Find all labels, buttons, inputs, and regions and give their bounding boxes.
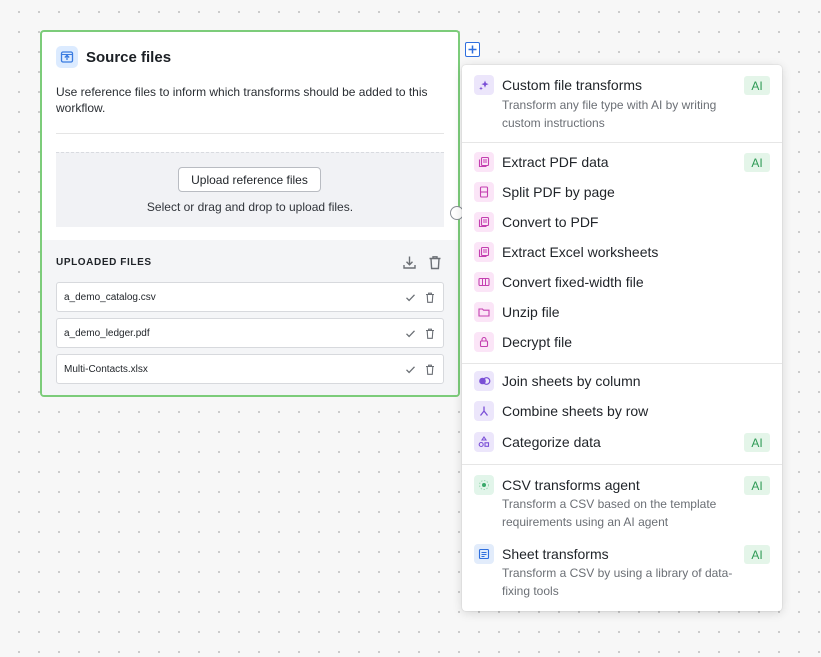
menu-item-label: Join sheets by column <box>502 373 641 389</box>
ai-badge: AI <box>744 433 770 452</box>
plus-icon <box>468 45 477 54</box>
file-name: a_demo_ledger.pdf <box>64 327 150 339</box>
document-stack-icon <box>474 242 494 262</box>
card-title: Source files <box>86 48 172 66</box>
menu-item-label: Categorize data <box>502 434 601 450</box>
check-icon <box>403 362 417 376</box>
download-icon[interactable] <box>400 253 418 271</box>
trash-icon[interactable] <box>423 326 437 340</box>
ai-badge: AI <box>744 153 770 172</box>
upload-dropzone[interactable]: Upload reference files Select or drag an… <box>56 152 444 227</box>
menu-item-label: Convert to PDF <box>502 214 599 230</box>
menu-item-label: Extract Excel worksheets <box>502 244 659 260</box>
file-row[interactable]: a_demo_catalog.csv <box>56 282 444 312</box>
uploaded-files-header: UPLOADED FILES <box>56 252 444 272</box>
check-icon <box>403 326 417 340</box>
upload-reference-files-button[interactable]: Upload reference files <box>178 167 321 192</box>
menu-item-unzip-file[interactable]: Unzip file <box>462 301 782 325</box>
menu-item-convert-to-pdf[interactable]: Convert to PDF <box>462 211 782 235</box>
add-step-button[interactable] <box>465 42 480 57</box>
menu-item-sheet-transforms[interactable]: Sheet transforms Transform a CSV by usin… <box>462 542 782 602</box>
uploaded-files-title: UPLOADED FILES <box>56 256 152 268</box>
menu-divider <box>462 363 782 364</box>
join-icon <box>474 371 494 391</box>
folder-icon <box>474 302 494 322</box>
menu-divider <box>462 464 782 465</box>
agent-icon <box>474 475 494 495</box>
upload-hint: Select or drag and drop to upload files. <box>146 200 354 214</box>
card-header: Source files <box>56 46 171 68</box>
ai-badge: AI <box>744 76 770 95</box>
shapes-icon <box>474 432 494 452</box>
document-stack-icon <box>474 152 494 172</box>
document-stack-icon <box>474 212 494 232</box>
trash-icon[interactable] <box>423 290 437 304</box>
menu-item-join-sheets-by-column[interactable]: Join sheets by column <box>462 370 782 394</box>
file-upload-icon <box>56 46 78 68</box>
file-name: a_demo_catalog.csv <box>64 291 156 303</box>
menu-item-label: Combine sheets by row <box>502 403 649 419</box>
trash-icon[interactable] <box>426 253 444 271</box>
menu-item-label: Convert fixed-width file <box>502 274 644 290</box>
menu-item-decrypt-file[interactable]: Decrypt file <box>462 331 782 355</box>
menu-item-label: Unzip file <box>502 304 560 320</box>
file-name: Multi-Contacts.xlsx <box>64 363 148 375</box>
menu-item-categorize-data[interactable]: Categorize data AI <box>462 431 782 455</box>
merge-icon <box>474 401 494 421</box>
lock-icon <box>474 332 494 352</box>
menu-item-label: Sheet transforms <box>502 546 609 562</box>
menu-item-custom-file-transforms[interactable]: Custom file transforms Transform any fil… <box>462 73 782 133</box>
divider <box>56 133 444 134</box>
menu-item-combine-sheets-by-row[interactable]: Combine sheets by row <box>462 400 782 424</box>
columns-icon <box>474 272 494 292</box>
uploaded-files-section: UPLOADED FILES a_demo_catalog.csv a_demo… <box>42 240 458 395</box>
menu-item-description: Transform a CSV by using a library of da… <box>502 566 733 598</box>
menu-item-description: Transform any file type with AI by writi… <box>502 98 717 130</box>
menu-item-extract-excel-worksheets[interactable]: Extract Excel worksheets <box>462 241 782 265</box>
menu-item-csv-transforms-agent[interactable]: CSV transforms agent Transform a CSV bas… <box>462 473 782 533</box>
menu-item-description: Transform a CSV based on the template re… <box>502 497 717 529</box>
card-description: Use reference files to inform which tran… <box>56 85 428 115</box>
menu-item-label: Split PDF by page <box>502 184 615 200</box>
sparkles-icon <box>474 75 494 95</box>
menu-divider <box>462 142 782 143</box>
ai-badge: AI <box>744 476 770 495</box>
sheet-icon <box>474 544 494 564</box>
menu-item-label: Decrypt file <box>502 334 573 350</box>
split-document-icon <box>474 182 494 202</box>
menu-item-extract-pdf-data[interactable]: Extract PDF data AI <box>462 151 782 175</box>
menu-item-convert-fixed-width-file[interactable]: Convert fixed-width file <box>462 271 782 295</box>
menu-item-label: CSV transforms agent <box>502 477 640 493</box>
check-icon <box>403 290 417 304</box>
ai-badge: AI <box>744 545 770 564</box>
file-row[interactable]: Multi-Contacts.xlsx <box>56 354 444 384</box>
menu-item-label: Custom file transforms <box>502 77 643 93</box>
trash-icon[interactable] <box>423 362 437 376</box>
menu-item-label: Extract PDF data <box>502 154 609 170</box>
file-row[interactable]: a_demo_ledger.pdf <box>56 318 444 348</box>
source-files-card[interactable]: Source files Use reference files to info… <box>40 30 460 397</box>
transform-menu: Custom file transforms Transform any fil… <box>462 65 782 611</box>
menu-item-split-pdf-by-page[interactable]: Split PDF by page <box>462 181 782 205</box>
